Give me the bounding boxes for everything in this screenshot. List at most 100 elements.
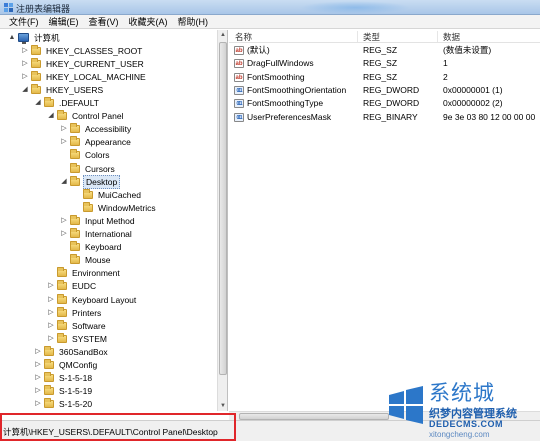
value-row[interactable]: ab (默认) REG_SZ (数值未设置) [229,44,540,57]
tree-node-label[interactable]: Accessibility [83,123,133,135]
value-row[interactable]: ab FontSmoothing REG_SZ 2 [229,71,540,84]
tree-node-label[interactable]: MuiCached [96,189,143,201]
expand-toggle-icon[interactable]: ◢ [34,99,42,107]
hscroll-thumb[interactable] [239,413,389,420]
expand-toggle-icon[interactable]: ▷ [34,361,42,369]
expand-toggle-icon[interactable]: ▷ [47,335,55,343]
column-data[interactable]: 数据 [443,31,460,43]
tree-node-label[interactable]: Control Panel [70,110,126,122]
tree-node-label[interactable]: Appearance [83,136,133,148]
tree-node[interactable]: ▲ 计算机 [8,31,62,44]
value-row[interactable]: 011 UserPreferencesMask REG_BINARY 9e 3e 03… [229,111,540,124]
tree-node[interactable]: ▷ Software [47,319,108,332]
tree-node-label[interactable]: HKEY_LOCAL_MACHINE [44,71,148,83]
tree-node[interactable]: ▷ HKEY_CURRENT_USER [21,57,146,70]
tree-node[interactable]: Colors [60,149,112,162]
column-name[interactable]: 名称 [235,31,252,43]
scroll-thumb[interactable] [219,42,227,375]
tree-node-label[interactable]: EUDC [70,280,98,292]
expand-toggle-icon[interactable]: ▷ [60,230,68,238]
tree-node[interactable]: Mouse [60,254,113,267]
expand-toggle-icon[interactable]: ▷ [60,125,68,133]
tree-node[interactable]: ▷ Appearance [60,136,133,149]
tree-node-label[interactable]: 360SandBox [57,346,110,358]
tree-node[interactable]: ◢ Desktop [60,174,121,189]
tree-node[interactable]: Keyboard [60,241,123,254]
tree-node-label[interactable]: S-1-5-20 [57,398,94,410]
scroll-down-arrow-icon[interactable]: ▼ [218,401,228,411]
tree-node[interactable]: ▷ Accessibility [60,123,133,136]
tree-node[interactable]: ▷ HKEY_CLASSES_ROOT [21,44,144,57]
tree-node-label[interactable]: SYSTEM [70,333,109,345]
tree-node[interactable]: ▷ HKEY_LOCAL_MACHINE [21,70,148,83]
tree-node[interactable]: ▷ S-1-5-19 [34,385,94,398]
tree-node-label[interactable]: HKEY_CLASSES_ROOT [44,45,144,57]
tree-node-label[interactable]: HKEY_CURRENT_USER [44,58,146,70]
expand-toggle-icon[interactable]: ◢ [47,112,55,120]
expand-toggle-icon[interactable]: ▷ [21,73,29,81]
expand-toggle-icon[interactable]: ▷ [47,296,55,304]
tree-node-label[interactable]: S-1-5-19 [57,385,94,397]
tree-node-label[interactable]: 计算机 [32,32,62,44]
tree-node[interactable]: ◢ .DEFAULT [34,97,101,110]
tree-node[interactable]: ▷ EUDC [47,280,98,293]
expand-toggle-icon[interactable]: ▷ [21,60,29,68]
tree-node-label[interactable]: S-1-5-18 [57,372,94,384]
tree-node-label[interactable]: International [83,228,134,240]
tree-node-label[interactable]: Environment [70,267,122,279]
tree-node-label[interactable]: HKEY_USERS [44,84,105,96]
expand-toggle-icon[interactable]: ▷ [60,138,68,146]
tree-node-label[interactable]: .DEFAULT [57,97,101,109]
value-row[interactable]: ab DragFullWindows REG_SZ 1 [229,57,540,70]
expand-toggle-icon[interactable]: ▷ [34,374,42,382]
expand-toggle-icon[interactable]: ▷ [47,282,55,290]
tree-node[interactable]: ▷ SYSTEM [47,332,109,345]
expand-toggle-icon[interactable]: ▷ [47,322,55,330]
tree-node[interactable]: ◢ HKEY_USERS [21,83,105,96]
expand-toggle-icon[interactable]: ▷ [34,387,42,395]
tree-node[interactable]: ▷ Input Method [60,214,137,227]
scroll-up-arrow-icon[interactable]: ▲ [218,30,228,40]
menu-file[interactable]: 文件(F) [4,15,44,29]
expand-toggle-icon[interactable]: ▲ [8,34,16,42]
expand-toggle-icon[interactable]: ▷ [34,348,42,356]
tree-node[interactable]: ▷ Printers [47,306,103,319]
tree-node-label[interactable]: Keyboard Layout [70,294,138,306]
column-type[interactable]: 类型 [363,31,380,43]
tree-node[interactable]: MuiCached [73,188,143,201]
tree-node[interactable]: Environment [47,267,122,280]
tree-node-label[interactable]: Input Method [83,215,137,227]
tree-node-label[interactable]: QMConfig [57,359,99,371]
expand-toggle-icon[interactable]: ▷ [60,217,68,225]
tree-node[interactable]: Cursors [60,162,117,175]
tree-node-label[interactable]: Mouse [83,254,113,266]
menu-view[interactable]: 查看(V) [84,15,124,29]
tree-node-label[interactable]: Desktop [83,174,121,189]
expand-toggle-icon[interactable]: ◢ [60,178,68,186]
tree-node[interactable]: ▷ QMConfig [34,359,99,372]
tree-node[interactable]: ▷ Keyboard Layout [47,293,138,306]
value-row[interactable]: 011 FontSmoothingType REG_DWORD 0x00000002 … [229,97,540,110]
value-row[interactable]: 011 FontSmoothingOrientation REG_DWORD 0x00… [229,84,540,97]
tree-node-label[interactable]: Keyboard [83,241,123,253]
expand-toggle-icon[interactable]: ▷ [34,400,42,408]
tree-node-label[interactable]: Cursors [83,163,117,175]
tree-vertical-scrollbar[interactable]: ▲ ▼ [217,30,227,411]
tree-node[interactable]: ◢ Control Panel [47,110,126,123]
menu-help[interactable]: 帮助(H) [173,15,214,29]
tree-node-label[interactable]: Software [70,320,108,332]
tree-node[interactable]: WindowMetrics [73,201,158,214]
tree-node-label[interactable]: Colors [83,149,112,161]
menu-edit[interactable]: 编辑(E) [44,15,84,29]
tree-node-label[interactable]: Printers [70,307,103,319]
tree-node[interactable]: ▷ International [60,228,134,241]
tree-node[interactable]: ▷ 360SandBox [34,345,110,358]
expand-toggle-icon[interactable]: ◢ [21,86,29,94]
tree-node-label[interactable]: WindowMetrics [96,202,158,214]
expand-toggle-icon[interactable]: ▷ [21,47,29,55]
expand-toggle-icon[interactable]: ▷ [47,309,55,317]
tree-node[interactable]: ▷ S-1-5-18 [34,372,94,385]
menu-favorites[interactable]: 收藏夹(A) [124,15,173,29]
registry-tree[interactable]: ▲ 计算机 ▷ HKEY_CLASSES_ROOT ▷ HKEY_CURRENT_USER… [0,30,228,411]
tree-node[interactable]: ▷ S-1-5-20 [34,398,94,411]
